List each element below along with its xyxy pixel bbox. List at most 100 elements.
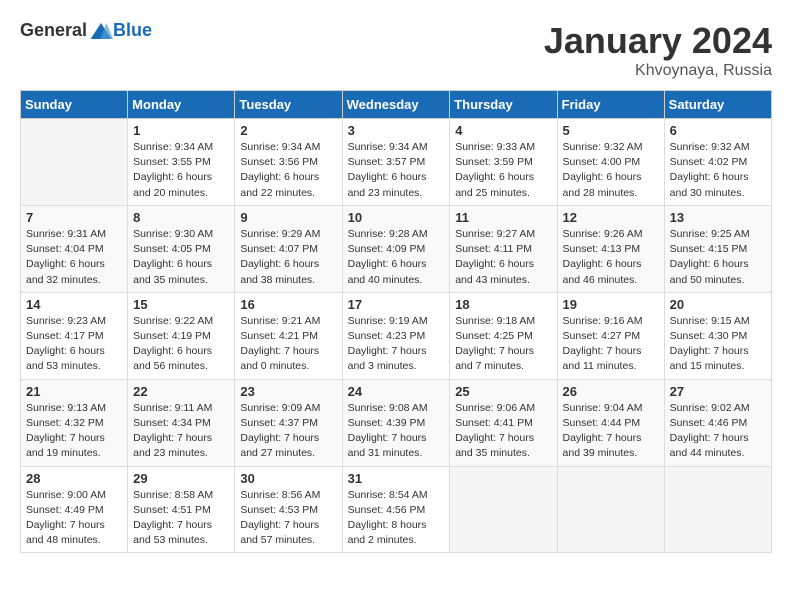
logo-icon xyxy=(89,21,113,41)
calendar-cell: 14 Sunrise: 9:23 AMSunset: 4:17 PMDayligh… xyxy=(21,292,128,379)
day-info: Sunrise: 9:22 AMSunset: 4:19 PMDaylight:… xyxy=(133,314,229,375)
day-info: Sunrise: 9:34 AMSunset: 3:57 PMDaylight:… xyxy=(348,140,445,201)
day-of-week-header: Friday xyxy=(557,91,664,119)
day-number: 14 xyxy=(26,297,122,312)
calendar-cell: 22 Sunrise: 9:11 AMSunset: 4:34 PMDayligh… xyxy=(128,379,235,466)
day-info: Sunrise: 9:08 AMSunset: 4:39 PMDaylight:… xyxy=(348,401,445,462)
day-of-week-header: Thursday xyxy=(450,91,557,119)
calendar-header-row: SundayMondayTuesdayWednesdayThursdayFrid… xyxy=(21,91,772,119)
day-of-week-header: Monday xyxy=(128,91,235,119)
day-info: Sunrise: 9:26 AMSunset: 4:13 PMDaylight:… xyxy=(563,227,659,288)
day-number: 2 xyxy=(240,123,336,138)
calendar-cell: 10 Sunrise: 9:28 AMSunset: 4:09 PMDayligh… xyxy=(342,205,450,292)
day-info: Sunrise: 9:29 AMSunset: 4:07 PMDaylight:… xyxy=(240,227,336,288)
calendar-week-row: 7Sunrise: 9:31 AMSunset: 4:04 PMDaylight… xyxy=(21,205,772,292)
calendar-cell: 23 Sunrise: 9:09 AMSunset: 4:37 PMDayligh… xyxy=(235,379,342,466)
day-of-week-header: Sunday xyxy=(21,91,128,119)
day-number: 3 xyxy=(348,123,445,138)
calendar-cell: 26 Sunrise: 9:04 AMSunset: 4:44 PMDayligh… xyxy=(557,379,664,466)
calendar-cell: 18Sunrise: 9:18 AMSunset: 4:25 PMDayligh… xyxy=(450,292,557,379)
calendar-cell: 2 Sunrise: 9:34 AMSunset: 3:56 PMDaylight… xyxy=(235,119,342,206)
calendar-table: SundayMondayTuesdayWednesdayThursdayFrid… xyxy=(20,90,772,553)
day-info: Sunrise: 9:34 AMSunset: 3:56 PMDaylight:… xyxy=(240,140,336,201)
day-number: 23 xyxy=(240,384,336,399)
calendar-cell: 5 Sunrise: 9:32 AMSunset: 4:00 PMDaylight… xyxy=(557,119,664,206)
logo: General Blue xyxy=(20,20,152,41)
calendar-cell: 31Sunrise: 8:54 AMSunset: 4:56 PMDayligh… xyxy=(342,466,450,553)
title-block: January 2024 Khvoynaya, Russia xyxy=(544,20,772,80)
calendar-cell: 9 Sunrise: 9:29 AMSunset: 4:07 PMDaylight… xyxy=(235,205,342,292)
calendar-cell xyxy=(450,466,557,553)
day-info: Sunrise: 9:09 AMSunset: 4:37 PMDaylight:… xyxy=(240,401,336,462)
calendar-cell: 30Sunrise: 8:56 AMSunset: 4:53 PMDayligh… xyxy=(235,466,342,553)
calendar-cell: 3 Sunrise: 9:34 AMSunset: 3:57 PMDaylight… xyxy=(342,119,450,206)
day-info: Sunrise: 9:30 AMSunset: 4:05 PMDaylight:… xyxy=(133,227,229,288)
day-info: Sunrise: 9:27 AMSunset: 4:11 PMDaylight:… xyxy=(455,227,551,288)
day-info: Sunrise: 9:33 AMSunset: 3:59 PMDaylight:… xyxy=(455,140,551,201)
day-info: Sunrise: 9:19 AMSunset: 4:23 PMDaylight:… xyxy=(348,314,445,375)
day-info: Sunrise: 9:23 AMSunset: 4:17 PMDaylight:… xyxy=(26,314,122,375)
day-info: Sunrise: 9:15 AMSunset: 4:30 PMDaylight:… xyxy=(670,314,766,375)
day-info: Sunrise: 9:31 AMSunset: 4:04 PMDaylight:… xyxy=(26,227,122,288)
day-of-week-header: Tuesday xyxy=(235,91,342,119)
day-number: 6 xyxy=(670,123,766,138)
day-info: Sunrise: 9:21 AMSunset: 4:21 PMDaylight:… xyxy=(240,314,336,375)
day-of-week-header: Saturday xyxy=(664,91,771,119)
calendar-cell xyxy=(557,466,664,553)
logo-blue-text: Blue xyxy=(113,20,152,41)
calendar-cell: 4 Sunrise: 9:33 AMSunset: 3:59 PMDaylight… xyxy=(450,119,557,206)
calendar-cell: 15 Sunrise: 9:22 AMSunset: 4:19 PMDayligh… xyxy=(128,292,235,379)
day-number: 9 xyxy=(240,210,336,225)
day-info: Sunrise: 8:54 AMSunset: 4:56 PMDaylight:… xyxy=(348,488,445,549)
calendar-cell: 16Sunrise: 9:21 AMSunset: 4:21 PMDayligh… xyxy=(235,292,342,379)
calendar-cell: 1Sunrise: 9:34 AMSunset: 3:55 PMDaylight… xyxy=(128,119,235,206)
day-number: 15 xyxy=(133,297,229,312)
day-info: Sunrise: 9:25 AMSunset: 4:15 PMDaylight:… xyxy=(670,227,766,288)
calendar-cell: 29 Sunrise: 8:58 AMSunset: 4:51 PMDayligh… xyxy=(128,466,235,553)
day-number: 26 xyxy=(563,384,659,399)
day-number: 17 xyxy=(348,297,445,312)
day-number: 30 xyxy=(240,471,336,486)
day-number: 12 xyxy=(563,210,659,225)
day-number: 28 xyxy=(26,471,122,486)
day-info: Sunrise: 9:28 AMSunset: 4:09 PMDaylight:… xyxy=(348,227,445,288)
day-number: 13 xyxy=(670,210,766,225)
calendar-cell: 27Sunrise: 9:02 AMSunset: 4:46 PMDayligh… xyxy=(664,379,771,466)
day-number: 22 xyxy=(133,384,229,399)
calendar-cell: 11Sunrise: 9:27 AMSunset: 4:11 PMDayligh… xyxy=(450,205,557,292)
day-number: 20 xyxy=(670,297,766,312)
day-number: 21 xyxy=(26,384,122,399)
day-info: Sunrise: 9:32 AMSunset: 4:02 PMDaylight:… xyxy=(670,140,766,201)
day-number: 10 xyxy=(348,210,445,225)
day-of-week-header: Wednesday xyxy=(342,91,450,119)
calendar-cell xyxy=(664,466,771,553)
day-info: Sunrise: 9:04 AMSunset: 4:44 PMDaylight:… xyxy=(563,401,659,462)
day-info: Sunrise: 9:34 AMSunset: 3:55 PMDaylight:… xyxy=(133,140,229,201)
calendar-week-row: 28Sunrise: 9:00 AMSunset: 4:49 PMDayligh… xyxy=(21,466,772,553)
calendar-cell: 8 Sunrise: 9:30 AMSunset: 4:05 PMDaylight… xyxy=(128,205,235,292)
day-info: Sunrise: 8:58 AMSunset: 4:51 PMDaylight:… xyxy=(133,488,229,549)
month-title: January 2024 xyxy=(544,20,772,62)
day-info: Sunrise: 9:32 AMSunset: 4:00 PMDaylight:… xyxy=(563,140,659,201)
calendar-week-row: 14 Sunrise: 9:23 AMSunset: 4:17 PMDayligh… xyxy=(21,292,772,379)
day-number: 5 xyxy=(563,123,659,138)
day-info: Sunrise: 9:11 AMSunset: 4:34 PMDaylight:… xyxy=(133,401,229,462)
day-number: 29 xyxy=(133,471,229,486)
logo-general-text: General xyxy=(20,20,87,41)
day-number: 8 xyxy=(133,210,229,225)
calendar-cell: 7Sunrise: 9:31 AMSunset: 4:04 PMDaylight… xyxy=(21,205,128,292)
calendar-cell: 24 Sunrise: 9:08 AMSunset: 4:39 PMDayligh… xyxy=(342,379,450,466)
page-header: General Blue January 2024 Khvoynaya, Rus… xyxy=(20,20,772,80)
calendar-cell xyxy=(21,119,128,206)
calendar-cell: 20 Sunrise: 9:15 AMSunset: 4:30 PMDayligh… xyxy=(664,292,771,379)
day-number: 4 xyxy=(455,123,551,138)
day-info: Sunrise: 9:06 AMSunset: 4:41 PMDaylight:… xyxy=(455,401,551,462)
day-number: 24 xyxy=(348,384,445,399)
calendar-cell: 17 Sunrise: 9:19 AMSunset: 4:23 PMDayligh… xyxy=(342,292,450,379)
calendar-week-row: 1Sunrise: 9:34 AMSunset: 3:55 PMDaylight… xyxy=(21,119,772,206)
calendar-cell: 25Sunrise: 9:06 AMSunset: 4:41 PMDayligh… xyxy=(450,379,557,466)
calendar-cell: 6 Sunrise: 9:32 AMSunset: 4:02 PMDaylight… xyxy=(664,119,771,206)
day-number: 19 xyxy=(563,297,659,312)
calendar-cell: 28Sunrise: 9:00 AMSunset: 4:49 PMDayligh… xyxy=(21,466,128,553)
day-info: Sunrise: 9:18 AMSunset: 4:25 PMDaylight:… xyxy=(455,314,551,375)
